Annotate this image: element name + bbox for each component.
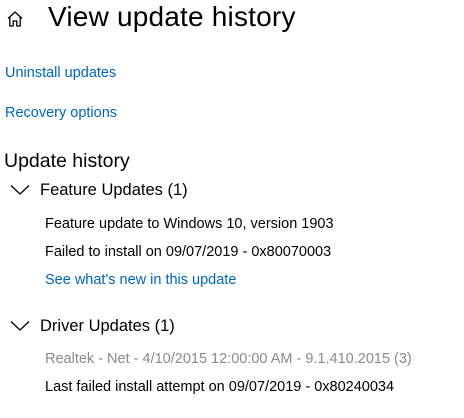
update-title: Feature update to Windows 10, version 19… (45, 216, 334, 232)
category-label: Driver Updates (1) (40, 316, 175, 335)
chevron-down-icon (10, 319, 32, 333)
recovery-options-link[interactable]: Recovery options (5, 105, 117, 121)
update-title: Realtek - Net - 4/10/2015 12:00:00 AM - … (45, 351, 412, 367)
whats-new-link[interactable]: See what's new in this update (45, 272, 236, 288)
update-history-heading: Update history (4, 150, 130, 172)
update-status: Last failed install attempt on 09/07/201… (45, 379, 395, 395)
home-button[interactable] (2, 4, 28, 34)
uninstall-updates-link[interactable]: Uninstall updates (5, 65, 116, 81)
category-driver-updates[interactable]: Driver Updates (1) (10, 314, 175, 338)
home-icon (7, 11, 23, 27)
page-title: View update history (48, 1, 296, 32)
chevron-down-icon (10, 183, 32, 197)
category-label: Feature Updates (1) (40, 180, 188, 199)
update-status: Failed to install on 09/07/2019 - 0x8007… (45, 244, 332, 260)
category-feature-updates[interactable]: Feature Updates (1) (10, 178, 188, 202)
